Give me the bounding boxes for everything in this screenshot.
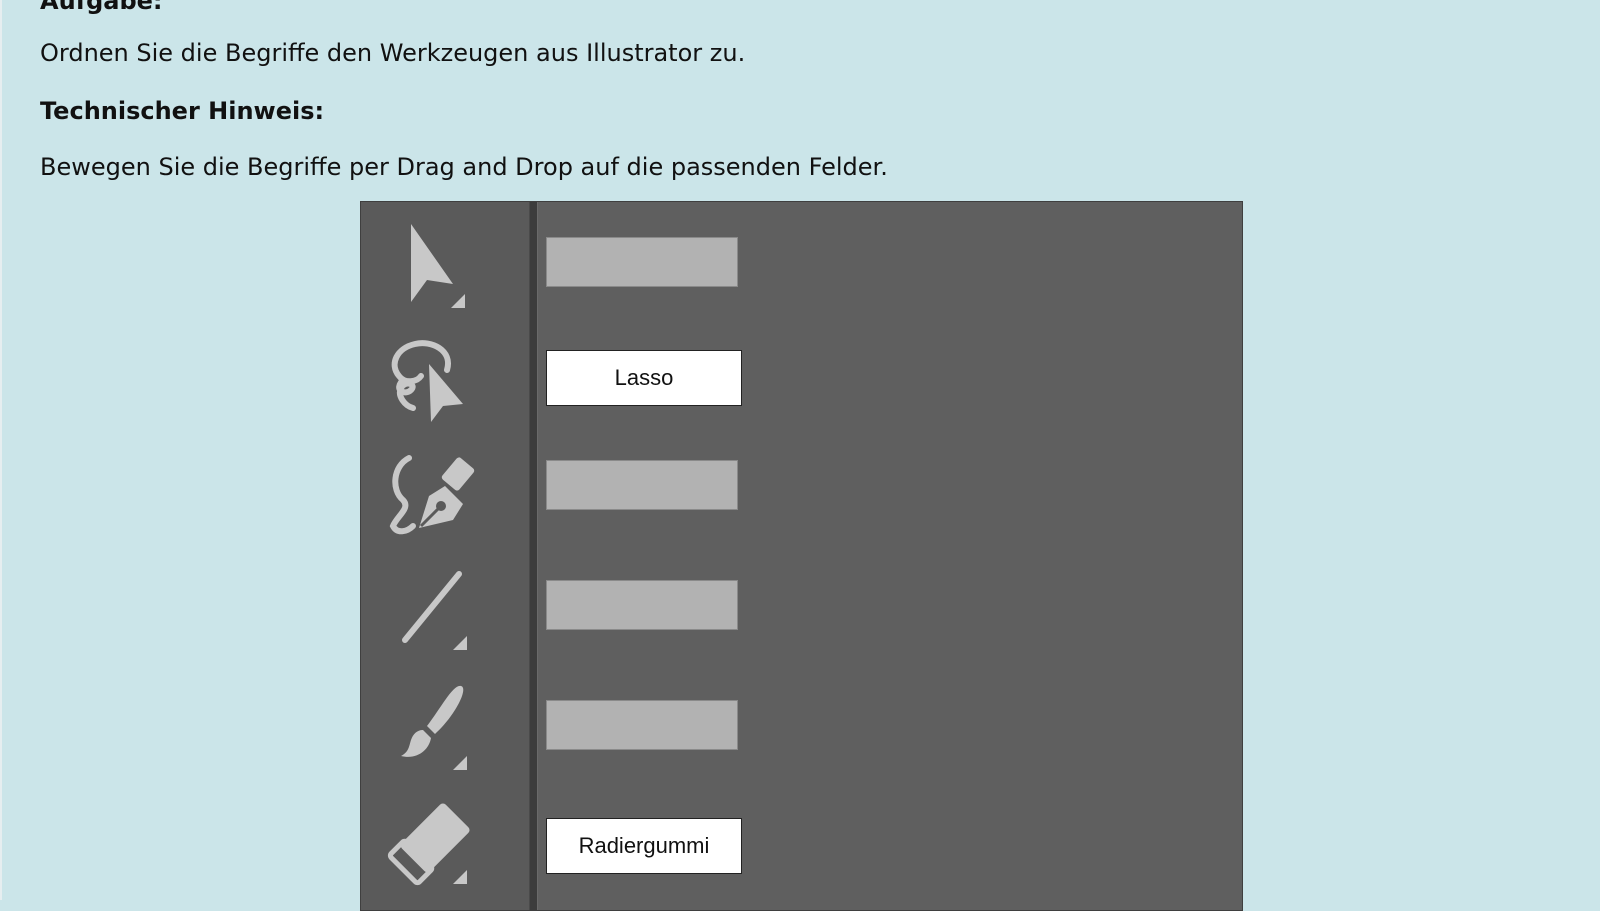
term-lasso[interactable]: Lasso (546, 350, 742, 406)
lasso-icon (383, 330, 483, 430)
illustrator-toolbar (361, 202, 529, 910)
drop-slot-pen[interactable] (546, 460, 738, 510)
drag-drop-exercise: Lasso Radiergummi (360, 201, 1243, 911)
drop-slot-brush[interactable] (546, 700, 738, 750)
selection-arrow-icon (383, 216, 483, 316)
line-segment-icon (383, 562, 483, 662)
eraser-icon (383, 790, 483, 890)
page-edge (0, 0, 2, 900)
pen-tool-icon (383, 442, 483, 542)
toolbar-divider (529, 202, 538, 910)
drop-slot-line[interactable] (546, 580, 738, 630)
paintbrush-icon (383, 676, 483, 776)
task-instruction: Ordnen Sie die Begriffe den Werkzeugen a… (40, 39, 746, 67)
term-radiergummi[interactable]: Radiergummi (546, 818, 742, 874)
hint-heading: Technischer Hinweis: (40, 97, 325, 125)
drop-slot-selection[interactable] (546, 237, 738, 287)
task-heading: Aufgabe: (40, 0, 163, 15)
hint-text: Bewegen Sie die Begriffe per Drag and Dr… (40, 153, 888, 181)
